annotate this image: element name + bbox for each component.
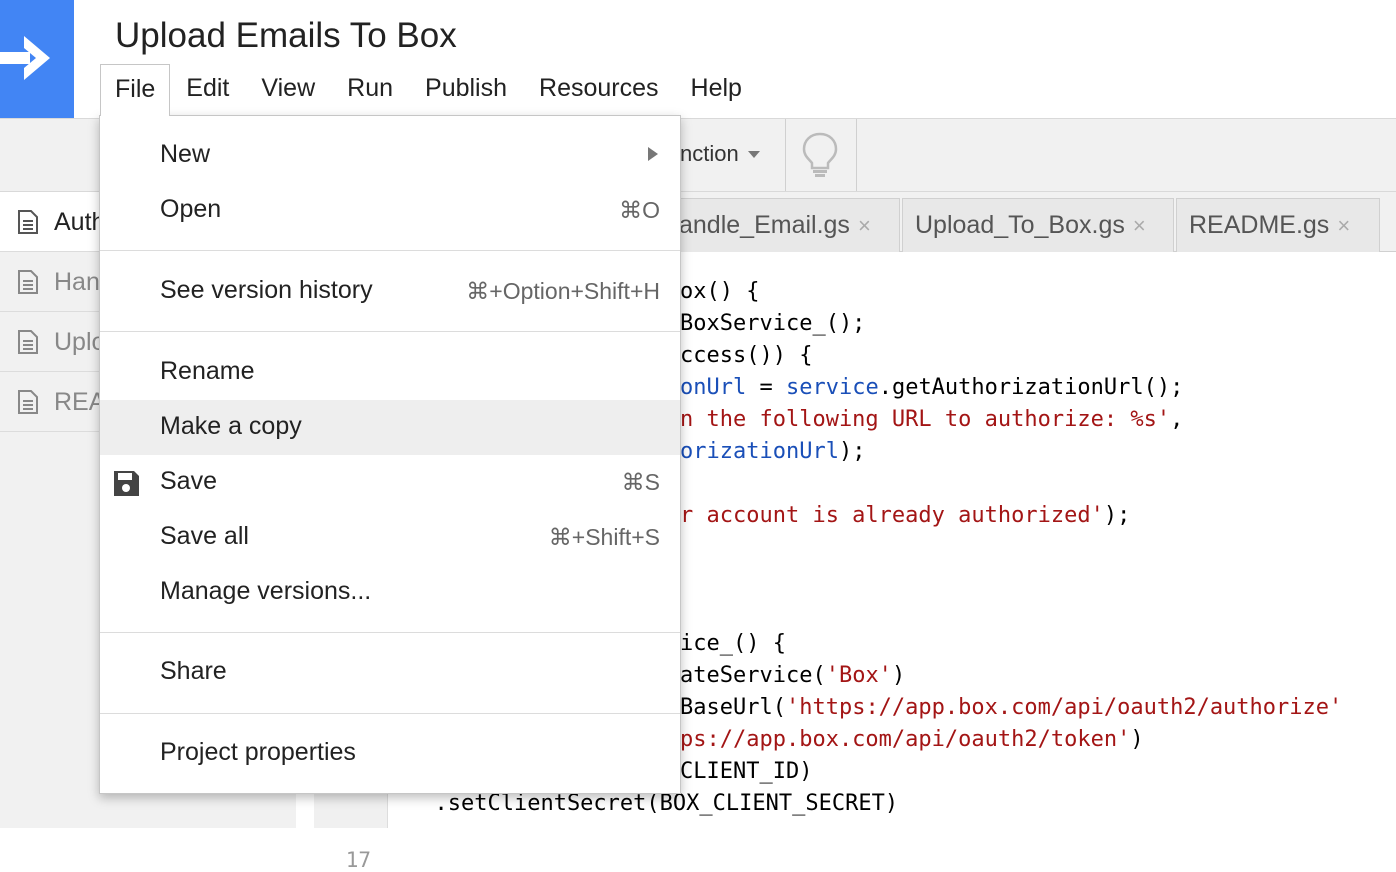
- menu-item-label: Save: [160, 467, 217, 495]
- code-line: ice_() {: [680, 631, 786, 656]
- menu-item-see-version-history[interactable]: See version history ⌘+Option+Shift+H: [100, 264, 680, 319]
- menu-run[interactable]: Run: [331, 64, 409, 116]
- code-token: ): [1130, 727, 1144, 752]
- tab-handle-email[interactable]: andle_Email.gs ×: [668, 198, 900, 252]
- chevron-down-icon[interactable]: [748, 151, 760, 158]
- sidebar-item-label: Auth: [54, 208, 106, 236]
- sidebar-item-label: Han: [54, 268, 100, 296]
- menubar: File Edit View Run Publish Resources Hel…: [100, 64, 758, 116]
- code-line: ateService('Box'): [680, 663, 905, 688]
- code-token: orizationUrl: [680, 439, 839, 464]
- menu-item-label: Project properties: [160, 738, 356, 766]
- menu-item-project-properties[interactable]: Project properties: [100, 726, 680, 781]
- menu-item-shortcut: ⌘+Shift+S: [548, 524, 660, 550]
- menu-item-label: See version history: [160, 276, 373, 304]
- file-menu-dropdown: New Open ⌘O See version history ⌘+Option…: [99, 115, 681, 794]
- lightbulb-icon[interactable]: [800, 131, 840, 182]
- menu-item-label: Open: [160, 195, 222, 223]
- menu-item-shortcut: ⌘S: [621, 469, 660, 495]
- document-icon: [18, 390, 38, 419]
- menu-item-share[interactable]: Share: [100, 645, 680, 700]
- menu-item-label: Rename: [160, 357, 255, 385]
- code-token: r account is already authorized': [680, 503, 1104, 528]
- project-title[interactable]: Upload Emails To Box: [115, 16, 457, 56]
- menu-item-label: Manage versions...: [160, 577, 372, 605]
- close-icon[interactable]: ×: [858, 213, 871, 238]
- code-line: ps://app.box.com/api/oauth2/token'): [680, 727, 1144, 752]
- code-token: ): [891, 663, 906, 688]
- close-icon[interactable]: ×: [1133, 213, 1146, 238]
- code-token: );: [1103, 503, 1131, 528]
- tab-label: Upload_To_Box.gs: [915, 211, 1125, 239]
- tab-label: README.gs: [1189, 211, 1330, 239]
- menu-item-open[interactable]: Open ⌘O: [100, 183, 680, 238]
- toolbar-divider: [785, 119, 786, 191]
- menu-view[interactable]: View: [245, 64, 331, 116]
- menu-item-new[interactable]: New: [100, 128, 680, 183]
- code-token: BaseUrl(: [680, 695, 786, 720]
- menu-item-label: Share: [160, 657, 227, 685]
- code-token: );: [838, 439, 866, 464]
- menu-item-make-a-copy[interactable]: Make a copy: [100, 400, 680, 455]
- code-token: ateService(: [680, 663, 826, 688]
- menu-edit[interactable]: Edit: [170, 64, 245, 116]
- document-icon: [18, 210, 38, 239]
- code-line: ccess()) {: [680, 343, 813, 368]
- menu-divider: [100, 632, 680, 633]
- menu-item-label: Make a copy: [160, 412, 302, 440]
- code-line: BaseUrl('https://app.box.com/api/oauth2/…: [680, 695, 1342, 720]
- menu-item-label: New: [160, 140, 211, 168]
- menu-resources[interactable]: Resources: [523, 64, 675, 116]
- menu-publish[interactable]: Publish: [409, 64, 523, 116]
- tab-readme[interactable]: README.gs ×: [1176, 198, 1380, 252]
- sidebar-item-label: Uplo: [54, 328, 106, 356]
- code-line: BoxService_();: [680, 311, 866, 336]
- sidebar-item-label: REA: [54, 388, 106, 416]
- document-icon: [18, 270, 38, 299]
- menu-divider: [100, 331, 680, 332]
- menu-item-label: Save all: [160, 522, 249, 550]
- tab-upload-to-box[interactable]: Upload_To_Box.gs ×: [902, 198, 1174, 252]
- tab-label: andle_Email.gs: [679, 211, 850, 239]
- app-logo[interactable]: [0, 0, 74, 118]
- menu-file[interactable]: File: [100, 64, 171, 116]
- menu-item-shortcut: ⌘O: [619, 197, 660, 223]
- code-token: n the following URL to authorize: %s': [680, 407, 1171, 432]
- code-line: .setClientSecret(BOX_CLIENT_SECRET): [408, 791, 899, 816]
- toolbar-divider: [856, 119, 857, 191]
- code-line: n the following URL to authorize: %s',: [680, 407, 1183, 432]
- code-token: ps://app.box.com/api/oauth2/token': [680, 727, 1131, 752]
- code-token: =: [746, 375, 786, 400]
- menu-divider: [100, 250, 680, 251]
- submenu-arrow-icon: [648, 147, 658, 161]
- code-line: orizationUrl);: [680, 439, 865, 464]
- code-token: 'https://app.box.com/api/oauth2/authoriz…: [785, 695, 1343, 720]
- code-token: service: [785, 375, 879, 400]
- code-line: r account is already authorized');: [680, 503, 1130, 528]
- menu-item-manage-versions[interactable]: Manage versions...: [100, 565, 680, 620]
- menu-item-save[interactable]: Save ⌘S: [100, 455, 680, 510]
- document-icon: [18, 330, 38, 359]
- code-token: 'Box': [825, 663, 892, 688]
- arrow-right-icon: [0, 36, 50, 80]
- menu-help[interactable]: Help: [675, 64, 758, 116]
- close-icon[interactable]: ×: [1337, 213, 1350, 238]
- code-line: onUrl = service.getAuthorizationUrl();: [680, 375, 1183, 400]
- function-select[interactable]: nction: [680, 141, 739, 167]
- code-token: ,: [1170, 407, 1184, 432]
- save-icon: [112, 469, 140, 502]
- menu-divider: [100, 713, 680, 714]
- code-line: CLIENT_ID): [680, 759, 813, 784]
- menu-item-rename[interactable]: Rename: [100, 345, 680, 400]
- code-token: onUrl: [680, 375, 747, 400]
- code-token: .getAuthorizationUrl();: [878, 375, 1184, 400]
- line-number: 17: [345, 848, 371, 872]
- menu-item-shortcut: ⌘+Option+Shift+H: [466, 278, 660, 304]
- menu-item-save-all[interactable]: Save all ⌘+Shift+S: [100, 510, 680, 565]
- code-line: ox() {: [680, 279, 760, 304]
